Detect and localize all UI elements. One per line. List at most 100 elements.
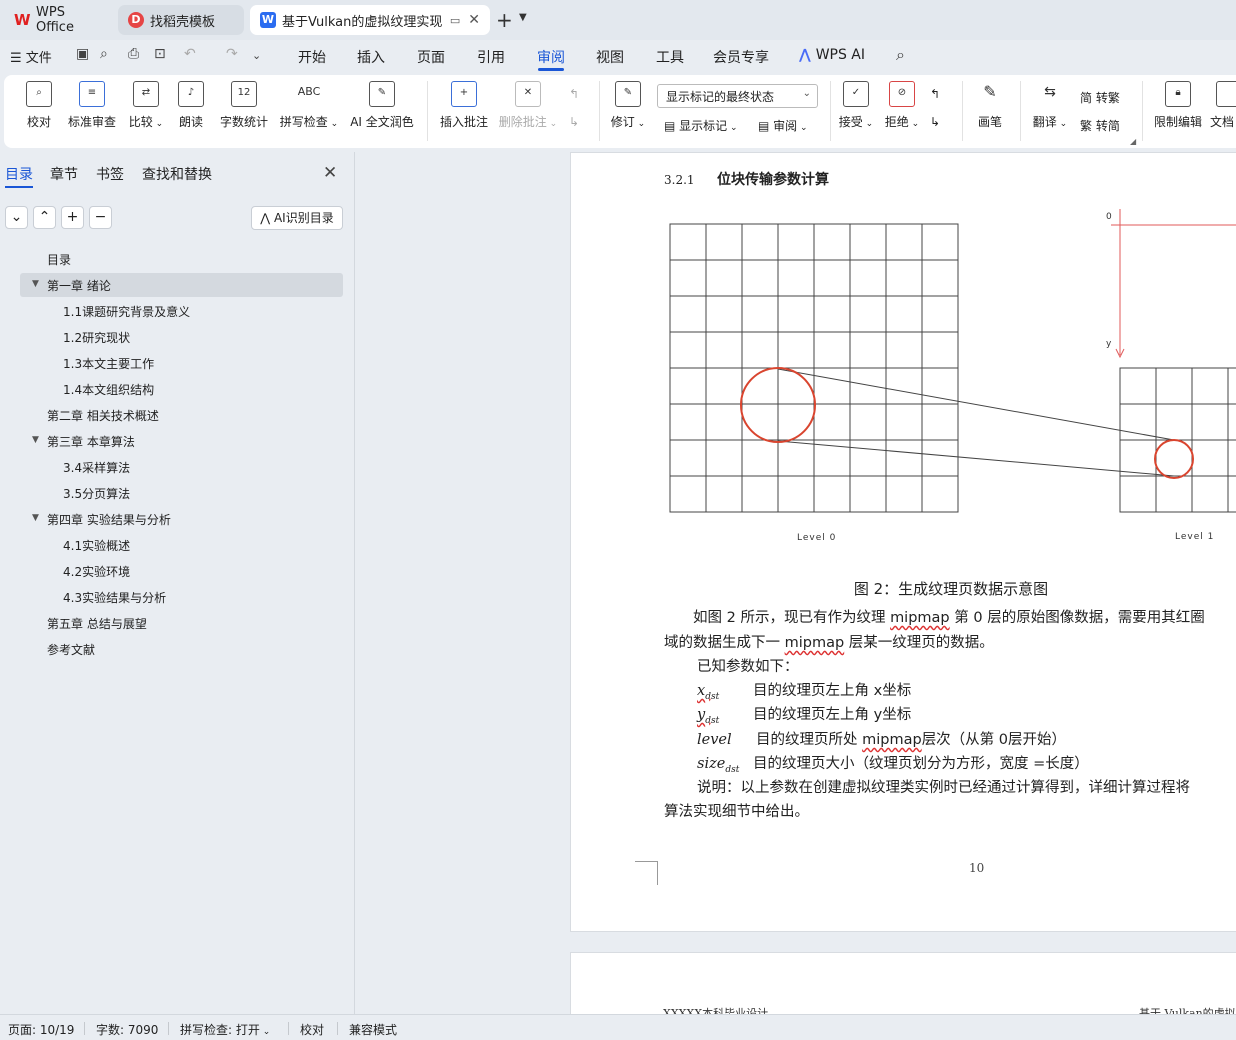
toc-item[interactable]: 第五章 总结与展望 bbox=[47, 615, 147, 632]
previous-comment-icon[interactable]: ↰ bbox=[569, 87, 579, 101]
delete-comment-icon: ✕ bbox=[515, 81, 541, 107]
nav-tab-bookmarks[interactable]: 书签 bbox=[96, 164, 124, 184]
read-aloud-label: 朗读 bbox=[178, 115, 203, 129]
expand-caret-icon[interactable]: ▼ bbox=[32, 435, 39, 445]
markup-state-select[interactable]: 显示标记的最终状态 ⌄ bbox=[657, 84, 818, 108]
to-traditional-label: 转繁 bbox=[1095, 91, 1120, 105]
spell-flagged-word: mipmap bbox=[862, 732, 922, 748]
toc-item[interactable]: 第四章 实验结果与分析 bbox=[47, 511, 171, 528]
show-markup-button[interactable]: ▤ 显示标记 ⌄ bbox=[664, 117, 738, 134]
menu-references[interactable]: 引用 bbox=[477, 47, 505, 67]
toc-item[interactable]: 1.3本文主要工作 bbox=[63, 355, 154, 372]
review-ribbon: ⌕ 校对 ≡ 标准审查 ⇄ 比较 ⌄ ♪ 朗读 12 字数统计 ABC 拼写检查… bbox=[4, 75, 1236, 148]
toc-item[interactable]: 1.2研究现状 bbox=[63, 329, 130, 346]
customize-toolbar-icon[interactable]: ⌄ bbox=[252, 49, 261, 62]
monitor-icon[interactable]: ▭ bbox=[450, 14, 460, 27]
export-pdf-icon[interactable]: ⌕ bbox=[100, 46, 108, 62]
menu-tools[interactable]: 工具 bbox=[656, 47, 684, 67]
menu-page[interactable]: 页面 bbox=[417, 47, 445, 67]
menu-home[interactable]: 开始 bbox=[298, 47, 326, 67]
toc-item[interactable]: 1.1课题研究背景及意义 bbox=[63, 303, 190, 320]
ribbon-expand-icon[interactable]: ◢ bbox=[1130, 137, 1136, 146]
undo-icon[interactable]: ↶ bbox=[184, 46, 196, 62]
spell-check-status[interactable]: 拼写检查: 打开 ⌄ bbox=[180, 1021, 270, 1038]
toc-item[interactable]: 3.5分页算法 bbox=[63, 485, 130, 502]
read-aloud-button[interactable]: ♪ 朗读 bbox=[176, 81, 206, 130]
toc-item[interactable]: 第一章 绪论 bbox=[47, 277, 111, 294]
toc-item[interactable]: 1.4本文组织结构 bbox=[63, 381, 154, 398]
insert-comment-button[interactable]: + 插入批注 bbox=[438, 81, 490, 130]
menu-insert[interactable]: 插入 bbox=[357, 47, 385, 67]
print-preview-icon[interactable]: ⊡ bbox=[154, 46, 166, 62]
ai-polish-button[interactable]: ✎ AI 全文润色 bbox=[348, 81, 416, 130]
pen-button[interactable]: ✎ 画笔 bbox=[974, 81, 1006, 130]
print-icon[interactable]: ⎙ bbox=[128, 46, 139, 62]
translate-button[interactable]: ⇆ 翻译 ⌄ bbox=[1030, 81, 1070, 130]
toc-item[interactable]: 第三章 本章算法 bbox=[47, 433, 135, 450]
new-tab-icon[interactable]: + bbox=[496, 8, 513, 32]
previous-change-icon[interactable]: ↰ bbox=[930, 87, 940, 101]
remove-heading-button[interactable]: − bbox=[89, 206, 112, 229]
tab-wps-office[interactable]: W WPS Office bbox=[4, 5, 112, 35]
close-tab-icon[interactable]: ✕ bbox=[468, 12, 480, 28]
nav-tab-sections[interactable]: 章节 bbox=[50, 164, 78, 184]
param-desc: 目的纹理页左上角 x坐标 bbox=[753, 683, 912, 699]
close-icon[interactable]: ✕ bbox=[323, 163, 337, 183]
paragraph-text: 如图 2 所示，现已有作为纹理 bbox=[693, 610, 891, 626]
expand-caret-icon[interactable]: ▼ bbox=[32, 513, 39, 523]
accept-button[interactable]: ✓ 接受 ⌄ bbox=[838, 81, 874, 130]
review-pane-button[interactable]: ▤ 审阅 ⌄ bbox=[758, 117, 808, 134]
word-count-button[interactable]: 12 字数统计 bbox=[218, 81, 270, 130]
search-icon[interactable]: ⌕ bbox=[896, 45, 905, 65]
param-desc: 层次（从第 0层开始） bbox=[921, 732, 1067, 748]
page-indicator[interactable]: 页面: 10/19 bbox=[8, 1021, 74, 1038]
level0-label: Level 0 bbox=[797, 533, 837, 543]
level0-grid bbox=[669, 223, 959, 513]
track-changes-button[interactable]: ✎ 修订 ⌄ bbox=[610, 81, 646, 130]
menu-membership[interactable]: 会员专享 bbox=[713, 47, 769, 67]
reject-button[interactable]: ⊘ 拒绝 ⌄ bbox=[884, 81, 920, 130]
menu-wps-ai[interactable]: ⋀ WPS AI bbox=[799, 47, 865, 63]
collapse-all-button[interactable]: ⌄ bbox=[5, 206, 28, 229]
to-simplified-button[interactable]: 繁 转简 bbox=[1080, 117, 1120, 134]
next-change-icon[interactable]: ↳ bbox=[930, 115, 940, 129]
toc-item[interactable]: 4.2实验环境 bbox=[63, 563, 130, 580]
document-button[interactable]: 文档 bbox=[1210, 81, 1236, 130]
redo-icon[interactable]: ↷ bbox=[226, 46, 238, 62]
tab-document[interactable]: W 基于Vulkan的虚拟纹理实现 - 兰 ▭ ✕ bbox=[250, 5, 490, 35]
menu-review[interactable]: 审阅 bbox=[537, 47, 565, 67]
file-menu[interactable]: ☰ 文件 bbox=[10, 47, 52, 66]
expand-caret-icon[interactable]: ▼ bbox=[32, 279, 39, 289]
spell-check-button[interactable]: ABC 拼写检查 ⌄ bbox=[278, 81, 340, 130]
file-menu-label: 文件 bbox=[25, 51, 52, 66]
chevron-down-icon[interactable]: ▼ bbox=[519, 12, 527, 23]
document-canvas[interactable]: 3.2.1 位块传输参数计算 0 y Level 0 Level 1 图 2：生… bbox=[356, 152, 1236, 1014]
menu-view[interactable]: 视图 bbox=[596, 47, 624, 67]
ai-toc-button[interactable]: ⋀ AI识别目录 bbox=[251, 206, 343, 230]
word-count-status[interactable]: 字数: 7090 bbox=[96, 1021, 158, 1038]
next-document-page: XXXXX本科毕业设计 基于 Vulkan的虚拟 bbox=[570, 952, 1236, 1014]
toc-item[interactable]: 4.3实验结果与分析 bbox=[63, 589, 166, 606]
nav-tab-find-replace[interactable]: 查找和替换 bbox=[142, 164, 212, 184]
nav-tab-toc[interactable]: 目录 bbox=[5, 164, 33, 184]
proofread-button[interactable]: ⌕ 校对 bbox=[24, 81, 54, 130]
status-divider bbox=[84, 1022, 85, 1035]
compare-button[interactable]: ⇄ 比较 ⌄ bbox=[126, 81, 166, 130]
toc-item[interactable]: 目录 bbox=[47, 251, 71, 268]
restrict-edit-button[interactable]: 🔒︎ 限制编辑 bbox=[1152, 81, 1204, 130]
next-comment-icon[interactable]: ↳ bbox=[569, 115, 579, 129]
move-up-button[interactable]: ⌃ bbox=[33, 206, 56, 229]
add-heading-button[interactable]: + bbox=[61, 206, 84, 229]
hamburger-icon: ☰ bbox=[10, 51, 22, 66]
tab-template[interactable]: D 找稻壳模板 bbox=[118, 5, 244, 35]
toc-item[interactable]: 第二章 相关技术概述 bbox=[47, 407, 159, 424]
toc-item[interactable]: 4.1实验概述 bbox=[63, 537, 130, 554]
to-traditional-button[interactable]: 简 转繁 bbox=[1080, 89, 1120, 106]
toc-item[interactable]: 参考文献 bbox=[47, 641, 95, 658]
proofread-status[interactable]: 校对 bbox=[300, 1021, 324, 1038]
delete-comment-button[interactable]: ✕ 删除批注 ⌄ bbox=[498, 81, 558, 130]
standard-review-button[interactable]: ≡ 标准审查 bbox=[66, 81, 118, 130]
chevron-up-icon: ⌃ bbox=[38, 209, 51, 225]
toc-item[interactable]: 3.4采样算法 bbox=[63, 459, 130, 476]
save-icon[interactable]: ▣ bbox=[76, 46, 89, 62]
